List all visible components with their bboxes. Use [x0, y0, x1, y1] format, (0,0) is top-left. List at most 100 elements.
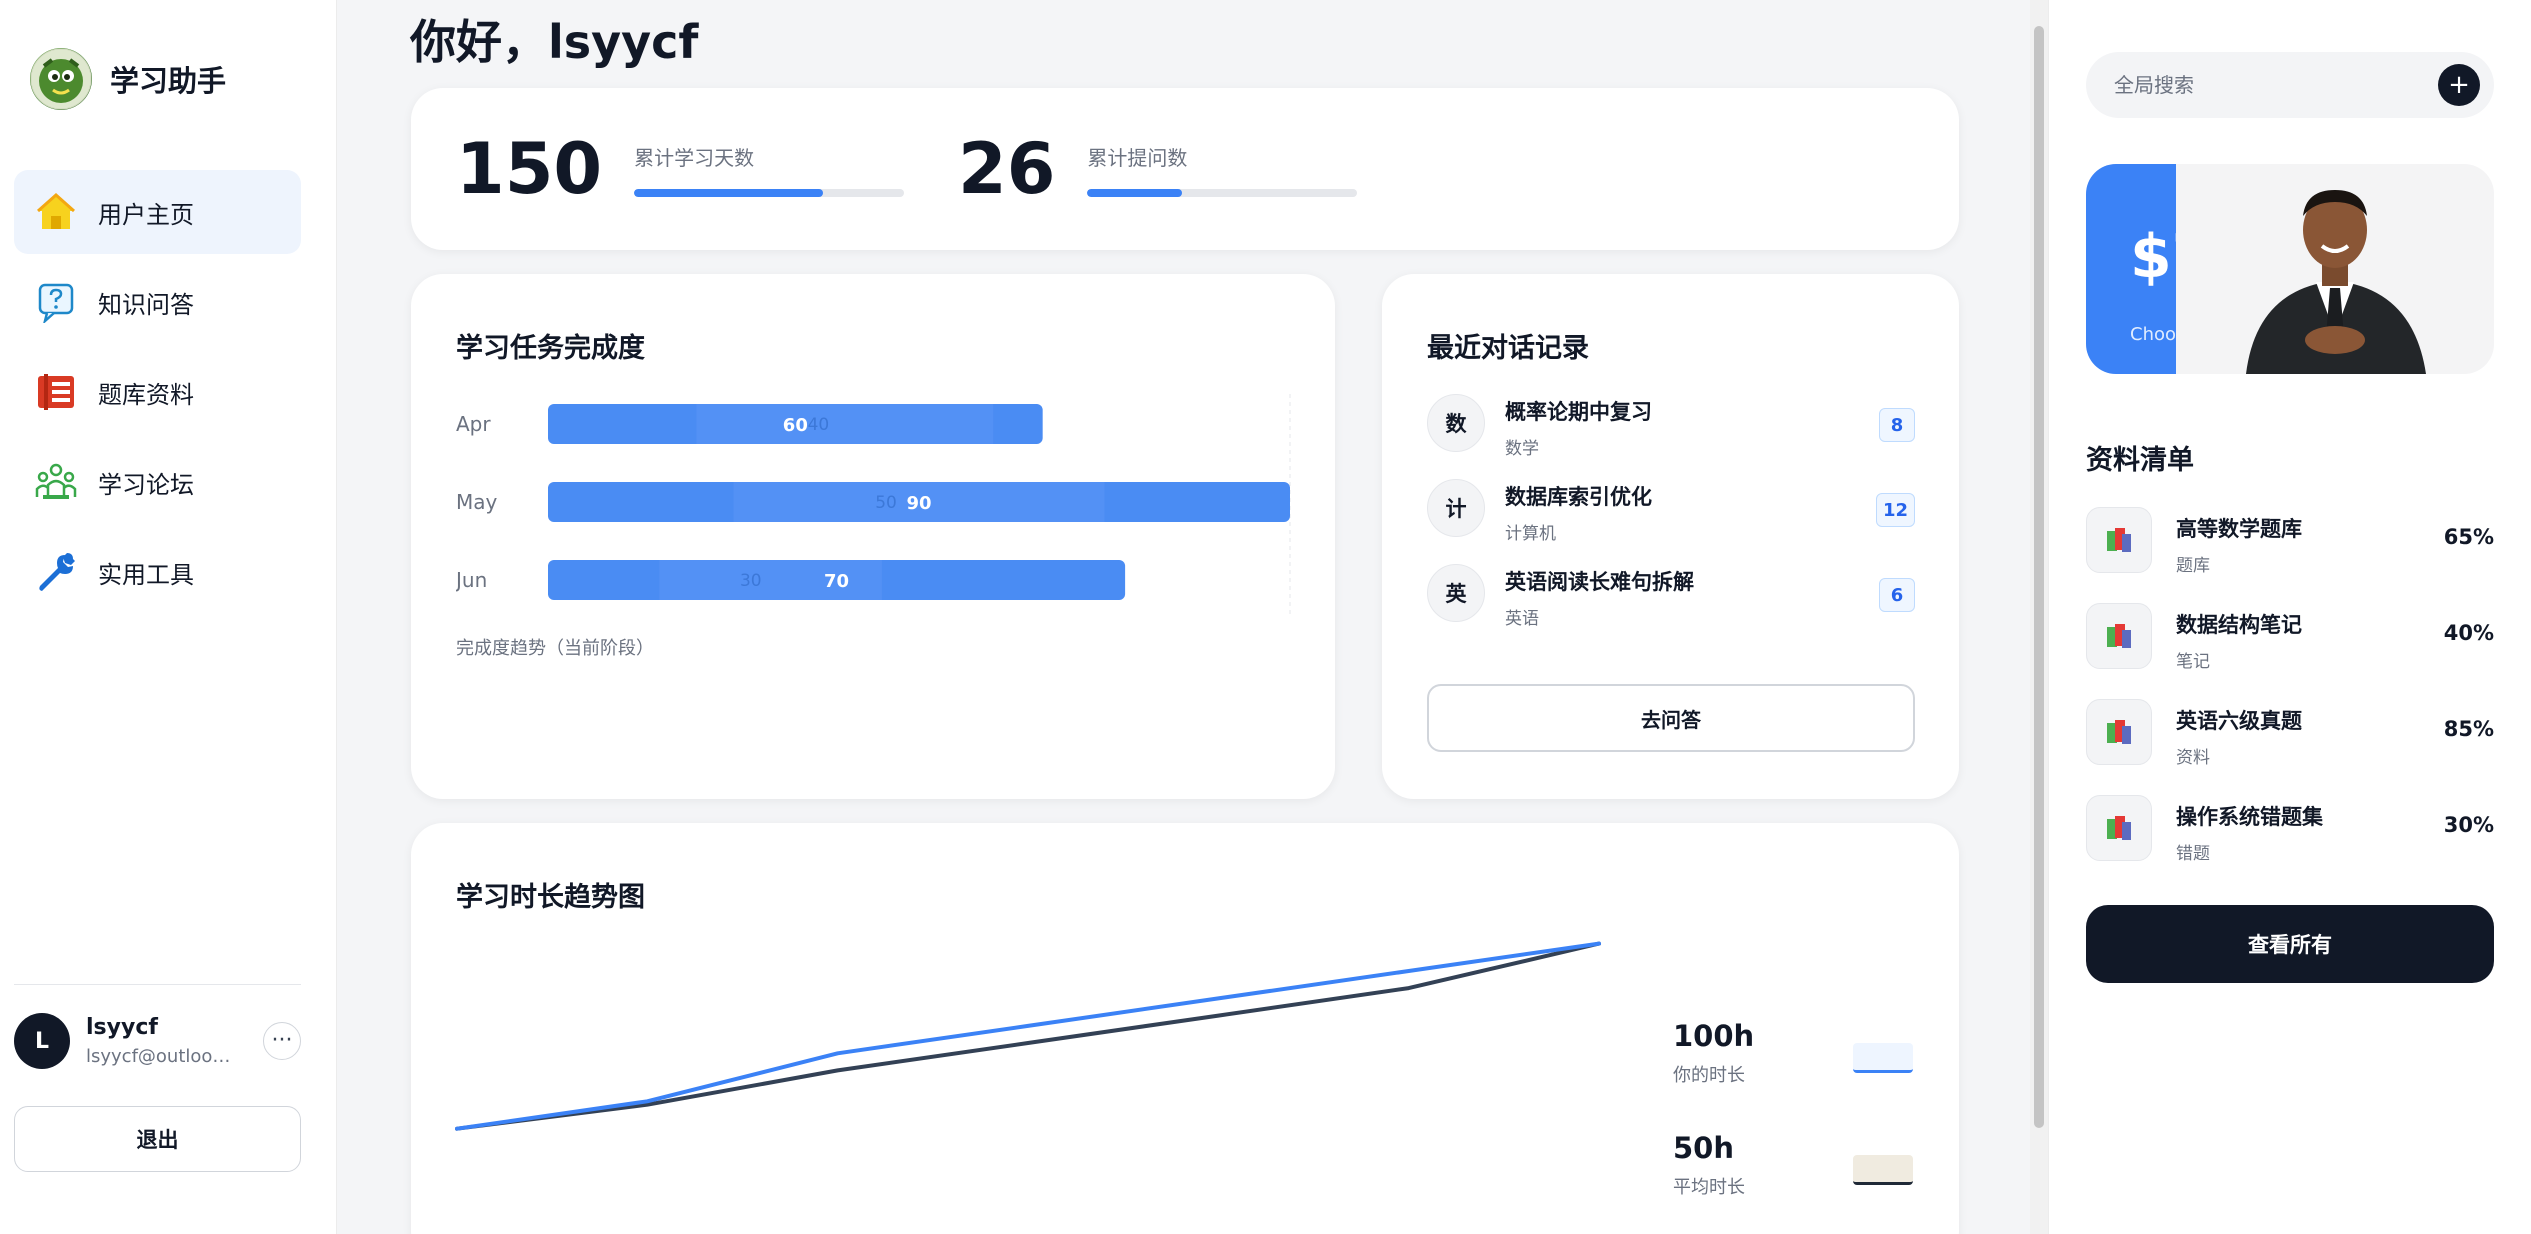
study-trend-card: 学习时长趋势图 JanFebMarAprMayJunJul 100h 你的时长 …: [411, 823, 1959, 1234]
stat-value: 150: [456, 128, 603, 210]
resource-type: 资料: [2176, 748, 2210, 768]
stat-progress-bar: [634, 189, 905, 197]
stat-value: 26: [958, 128, 1056, 210]
resource-type: 错题: [2176, 844, 2210, 864]
resource-title: 英语六级真题: [2176, 709, 2302, 733]
series-line: [455, 941, 1601, 1131]
stats-card: 150 累计学习天数 26 累计提问数: [411, 88, 1959, 250]
scrollbar-thumb[interactable]: [2034, 26, 2044, 1128]
resource-percent: 85%: [2443, 717, 2494, 741]
stat-questions: 26 累计提问数: [958, 128, 1358, 210]
logout-button[interactable]: 退出: [14, 1106, 301, 1172]
resource-type: 笔记: [2176, 652, 2210, 672]
user-name: lsyycf: [86, 1015, 158, 1040]
card-title: 最近对话记录: [1427, 333, 1589, 364]
question-bank-icon: [34, 370, 78, 414]
list-item[interactable]: 数据结构笔记 笔记 40%: [2086, 603, 2494, 699]
view-all-button[interactable]: 查看所有: [2086, 905, 2494, 983]
recent-text: 概率论期中复习 数学: [1505, 396, 1652, 459]
books-icon: [2086, 795, 2152, 861]
recent-list: 数 概率论期中复习 数学 8 计 数据库索引优化 计算机 12 英 英语阅读长难…: [1427, 394, 1915, 649]
legend-swatch: [1853, 1155, 1913, 1185]
right-panel: + $7 Choose for you 资料清单 高等数学题库 题库: [2048, 0, 2531, 1234]
nav-label-tools: 实用工具: [98, 560, 194, 589]
forum-icon: [34, 460, 78, 504]
recent-subject: 英语: [1505, 609, 1539, 629]
data-label: 30: [740, 571, 762, 591]
more-options-button[interactable]: ···: [263, 1022, 301, 1060]
nav-item-home[interactable]: 用户主页: [14, 170, 301, 254]
global-search: +: [2086, 52, 2494, 118]
recent-subject: 计算机: [1505, 524, 1556, 544]
legend-swatch: [1853, 1043, 1913, 1073]
brand[interactable]: 学习助手: [30, 48, 226, 110]
recent-title: 数据库索引优化: [1505, 485, 1652, 509]
home-icon: [34, 190, 78, 234]
data-label: 90: [906, 493, 931, 514]
books-icon: [2086, 507, 2152, 573]
add-button[interactable]: +: [2438, 64, 2480, 106]
data-label: 60: [783, 415, 808, 436]
subject-icon: 计: [1427, 479, 1485, 537]
resource-title: 高等数学题库: [2176, 517, 2302, 541]
nav-item-question-bank[interactable]: 题库资料: [14, 350, 301, 434]
search-input[interactable]: [2114, 52, 2414, 118]
nav-label-home: 用户主页: [98, 200, 194, 229]
go-ask-button[interactable]: 去问答: [1427, 684, 1915, 752]
avatar: L: [14, 1013, 70, 1069]
data-label: 40: [808, 415, 830, 435]
study-trend-chart: JanFebMarAprMayJunJul: [455, 941, 1601, 1131]
resource-text: 数据结构笔记 笔记: [2176, 609, 2302, 672]
recent-title: 英语阅读长难句拆解: [1505, 570, 1694, 594]
card-title: 学习时长趋势图: [456, 882, 645, 913]
resource-title: 操作系统错题集: [2176, 805, 2323, 829]
nav-item-qa[interactable]: 知识问答: [14, 260, 301, 344]
books-icon: [2086, 699, 2152, 765]
qa-icon: [34, 280, 78, 324]
stat-meta: 累计学习天数: [634, 142, 905, 197]
recent-subject: 数学: [1505, 439, 1539, 459]
task-completion-chart: Apr 4060 May 50 90 Jun 30 70: [456, 394, 1291, 614]
list-item[interactable]: 数 概率论期中复习 数学 8: [1427, 394, 1915, 479]
books-icon: [2086, 603, 2152, 669]
brand-logo-icon: [30, 48, 92, 110]
task-completion-card: 学习任务完成度 Apr 40 60 May 50 90 Jun 30 70 完成度趋势（当前阶段…: [411, 274, 1335, 799]
resource-text: 操作系统错题集 错题: [2176, 801, 2323, 864]
y-tick-label: May: [456, 490, 498, 514]
stat-progress-fill: [1087, 189, 1182, 197]
list-item[interactable]: 英语六级真题 资料 85%: [2086, 699, 2494, 795]
list-item[interactable]: 高等数学题库 题库 65%: [2086, 507, 2494, 603]
bar-inner: [696, 404, 994, 444]
list-item[interactable]: 计 数据库索引优化 计算机 12: [1427, 479, 1915, 564]
stat-label: 累计学习天数: [634, 146, 755, 170]
resource-percent: 40%: [2443, 621, 2494, 645]
nav-label-qa: 知识问答: [98, 290, 194, 319]
legend-item-yours: 100h 你的时长: [1673, 1019, 1913, 1131]
list-item[interactable]: 英 英语阅读长难句拆解 英语 6: [1427, 564, 1915, 649]
sidebar: 学习助手 用户主页 知识问答 题库资料 学习论坛 实用工具 L lsyycf l…: [0, 0, 337, 1234]
recent-title: 概率论期中复习: [1505, 400, 1652, 424]
nav-item-tools[interactable]: 实用工具: [14, 530, 301, 614]
resource-text: 英语六级真题 资料: [2176, 705, 2302, 768]
promo-banner[interactable]: $7 Choose for you: [2086, 164, 2494, 374]
y-tick-label: Apr: [456, 412, 491, 436]
wrench-icon: [34, 550, 78, 594]
page-title: 你好，lsyycf: [410, 15, 699, 69]
nav-item-forum[interactable]: 学习论坛: [14, 440, 301, 524]
list-item[interactable]: 操作系统错题集 错题 30%: [2086, 795, 2494, 891]
nav-label-question-bank: 题库资料: [98, 380, 194, 409]
data-label: 50: [875, 493, 897, 513]
resource-percent: 30%: [2443, 813, 2494, 837]
y-tick-label: Jun: [456, 568, 487, 592]
card-title: 学习任务完成度: [456, 333, 645, 364]
user-profile[interactable]: L lsyycf lsyycf@outlook.com ···: [14, 1010, 301, 1072]
chart-note: 完成度趋势（当前阶段）: [456, 638, 654, 659]
sidebar-divider: [14, 984, 301, 985]
recent-text: 英语阅读长难句拆解 英语: [1505, 566, 1694, 629]
trend-legend: 100h 你的时长 50h 平均时长: [1673, 1019, 1913, 1234]
data-label: 70: [824, 571, 849, 592]
nav-label-forum: 学习论坛: [98, 470, 194, 499]
main-scrollbar[interactable]: [2030, 0, 2048, 1234]
resource-list: 高等数学题库 题库 65% 数据结构笔记 笔记 40% 英语六级真题 资料 85…: [2086, 507, 2494, 891]
stat-progress-bar: [1087, 189, 1358, 197]
